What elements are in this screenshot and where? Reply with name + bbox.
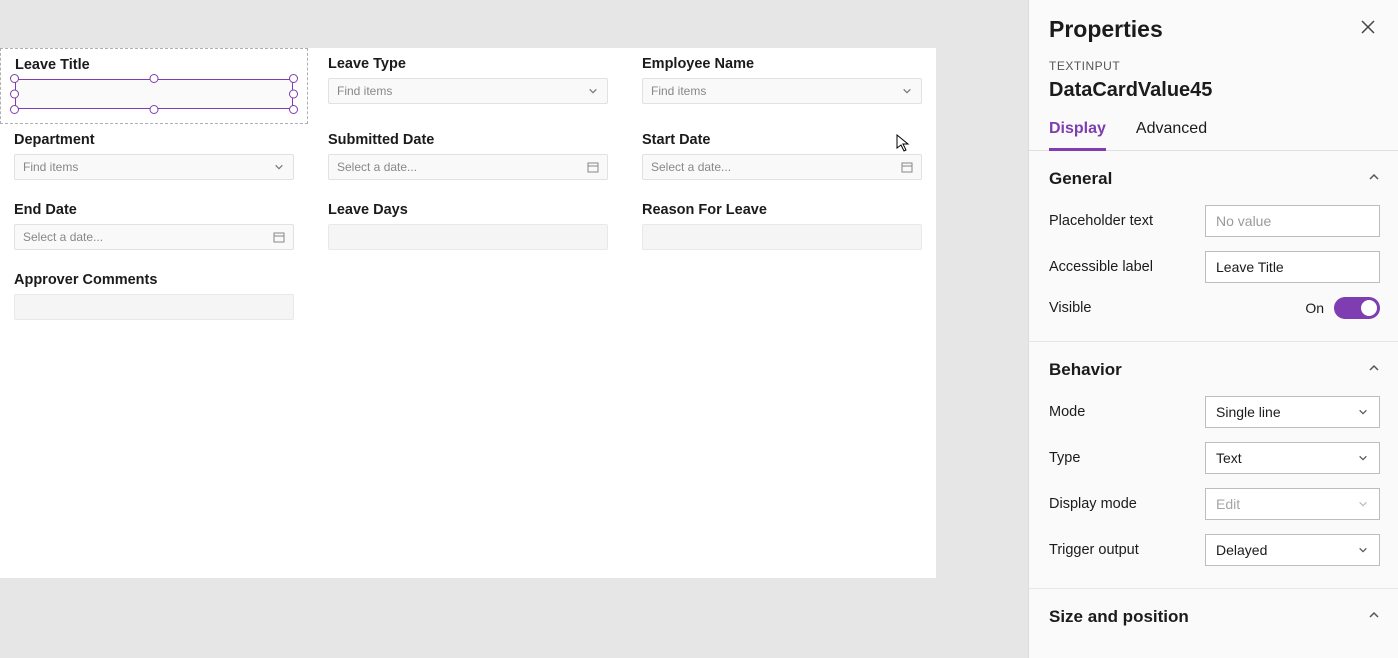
- section-title: Size and position: [1049, 607, 1189, 627]
- date-placeholder: Select a date...: [337, 160, 417, 174]
- input-reason[interactable]: [642, 224, 922, 250]
- close-icon[interactable]: [1356, 14, 1380, 45]
- section-header-size-position[interactable]: Size and position: [1029, 589, 1398, 635]
- dropdown-value: Delayed: [1216, 542, 1267, 558]
- card-leave-title[interactable]: Leave Title: [0, 48, 308, 124]
- date-placeholder: Select a date...: [651, 160, 731, 174]
- chevron-down-icon: [901, 85, 913, 97]
- field-label: End Date: [14, 202, 294, 218]
- form-canvas[interactable]: Leave Title Leave Type Find items: [0, 48, 936, 578]
- dropdown-mode[interactable]: Single line: [1205, 396, 1380, 428]
- chevron-up-icon: [1368, 361, 1380, 379]
- accessible-label-field[interactable]: [1216, 259, 1369, 275]
- date-placeholder: Select a date...: [23, 230, 103, 244]
- date-start[interactable]: Select a date...: [642, 154, 922, 180]
- control-name-label: DataCardValue45: [1029, 73, 1398, 116]
- dropdown-display-mode[interactable]: Edit: [1205, 488, 1380, 520]
- field-label: Department: [14, 132, 294, 148]
- prop-label-visible: Visible: [1049, 300, 1295, 316]
- section-header-behavior[interactable]: Behavior: [1029, 342, 1398, 388]
- card-department[interactable]: Department Find items: [0, 124, 308, 194]
- toggle-state-label: On: [1305, 300, 1324, 316]
- toggle-visible[interactable]: [1334, 297, 1380, 319]
- section-size-position: Size and position: [1029, 589, 1398, 651]
- chevron-up-icon: [1368, 170, 1380, 188]
- field-label: Leave Title: [15, 57, 293, 73]
- properties-panel: Properties TEXTINPUT DataCardValue45 Dis…: [1028, 0, 1398, 658]
- chevron-down-icon: [273, 161, 285, 173]
- prop-label-placeholder-text: Placeholder text: [1049, 213, 1195, 229]
- field-label: Reason For Leave: [642, 202, 922, 218]
- section-header-general[interactable]: General: [1029, 151, 1398, 197]
- prop-label-trigger-output: Trigger output: [1049, 542, 1195, 558]
- field-label: Leave Days: [328, 202, 608, 218]
- date-submitted[interactable]: Select a date...: [328, 154, 608, 180]
- resize-handle[interactable]: [289, 74, 298, 83]
- combo-placeholder: Find items: [651, 84, 706, 98]
- chevron-down-icon: [1357, 544, 1369, 556]
- input-placeholder-text[interactable]: [1205, 205, 1380, 237]
- combo-placeholder: Find items: [337, 84, 392, 98]
- prop-label-display-mode: Display mode: [1049, 496, 1195, 512]
- section-general: General Placeholder text Accessible labe…: [1029, 151, 1398, 342]
- dropdown-value: Edit: [1216, 496, 1240, 512]
- input-leave-days[interactable]: [328, 224, 608, 250]
- field-label: Submitted Date: [328, 132, 608, 148]
- combo-department[interactable]: Find items: [14, 154, 294, 180]
- prop-label-type: Type: [1049, 450, 1195, 466]
- dropdown-value: Single line: [1216, 404, 1281, 420]
- resize-handle[interactable]: [150, 74, 159, 83]
- date-end[interactable]: Select a date...: [14, 224, 294, 250]
- dropdown-value: Text: [1216, 450, 1242, 466]
- card-start-date[interactable]: Start Date Select a date...: [628, 124, 936, 194]
- properties-tabs: Display Advanced: [1029, 116, 1398, 151]
- combo-placeholder: Find items: [23, 160, 78, 174]
- chevron-down-icon: [587, 85, 599, 97]
- input-approver-comments[interactable]: [14, 294, 294, 320]
- resize-handle[interactable]: [289, 105, 298, 114]
- resize-handle[interactable]: [10, 90, 19, 99]
- card-reason-for-leave[interactable]: Reason For Leave: [628, 194, 936, 264]
- card-leave-type[interactable]: Leave Type Find items: [314, 48, 622, 124]
- resize-handle[interactable]: [10, 105, 19, 114]
- resize-handle[interactable]: [289, 90, 298, 99]
- field-label: Approver Comments: [14, 272, 294, 288]
- tab-display[interactable]: Display: [1049, 116, 1106, 151]
- combo-employee-name[interactable]: Find items: [642, 78, 922, 104]
- section-title: Behavior: [1049, 360, 1122, 380]
- dropdown-trigger-output[interactable]: Delayed: [1205, 534, 1380, 566]
- toggle-knob: [1361, 300, 1377, 316]
- section-title: General: [1049, 169, 1112, 189]
- dropdown-type[interactable]: Text: [1205, 442, 1380, 474]
- calendar-icon: [587, 161, 599, 173]
- input-accessible-label[interactable]: [1205, 251, 1380, 283]
- combo-leave-type[interactable]: Find items: [328, 78, 608, 104]
- selected-text-input[interactable]: [15, 79, 293, 109]
- card-approver-comments[interactable]: Approver Comments: [0, 264, 308, 334]
- chevron-down-icon: [1357, 452, 1369, 464]
- calendar-icon: [273, 231, 285, 243]
- section-behavior: Behavior Mode Single line Type Text: [1029, 342, 1398, 589]
- field-label: Employee Name: [642, 56, 922, 72]
- prop-label-accessible-label: Accessible label: [1049, 259, 1195, 275]
- chevron-down-icon: [1357, 498, 1369, 510]
- resize-handle[interactable]: [10, 74, 19, 83]
- control-type-label: TEXTINPUT: [1029, 51, 1398, 73]
- card-employee-name[interactable]: Employee Name Find items: [628, 48, 936, 124]
- card-submitted-date[interactable]: Submitted Date Select a date...: [314, 124, 622, 194]
- field-label: Start Date: [642, 132, 922, 148]
- panel-title: Properties: [1049, 16, 1163, 43]
- card-leave-days[interactable]: Leave Days: [314, 194, 622, 264]
- chevron-up-icon: [1368, 608, 1380, 626]
- calendar-icon: [901, 161, 913, 173]
- chevron-down-icon: [1357, 406, 1369, 418]
- card-end-date[interactable]: End Date Select a date...: [0, 194, 308, 264]
- placeholder-text-field[interactable]: [1216, 213, 1369, 229]
- resize-handle[interactable]: [150, 105, 159, 114]
- prop-label-mode: Mode: [1049, 404, 1195, 420]
- field-label: Leave Type: [328, 56, 608, 72]
- tab-advanced[interactable]: Advanced: [1136, 116, 1207, 150]
